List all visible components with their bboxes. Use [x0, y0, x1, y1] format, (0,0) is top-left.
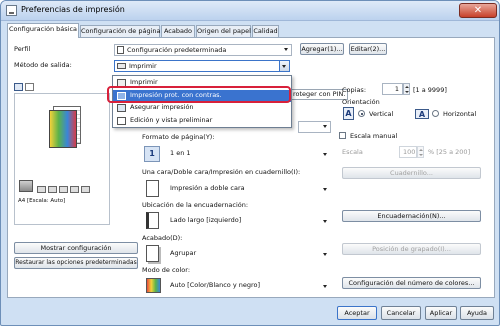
- tab-page-setup[interactable]: Configuración de página: [80, 25, 161, 37]
- output-method-value: Imprimir: [129, 62, 157, 70]
- staple-position-button[interactable]: Posición de grapado(I)...: [342, 243, 481, 255]
- printer-icon: [6, 5, 17, 16]
- manual-scale-checkbox[interactable]: [339, 132, 346, 139]
- binding-select[interactable]: Lado largo [izquierdo]: [142, 211, 330, 232]
- ok-button[interactable]: Aceptar: [337, 306, 377, 320]
- manual-scale-label: Escala manual: [350, 132, 398, 140]
- landscape-icon: A: [415, 109, 429, 119]
- chevron-down-icon: [323, 285, 327, 288]
- option-secure-print[interactable]: Asegurar impresión: [113, 102, 291, 114]
- add-profile-button[interactable]: Agregar(1)...: [300, 43, 344, 55]
- preview-caption: A4 [Escala: Auto]: [18, 198, 66, 204]
- preview-page-front: [49, 110, 77, 148]
- portrait-icon: A: [343, 107, 354, 120]
- copies-spinner[interactable]: [403, 83, 410, 95]
- binding-value: Lado largo [izquierdo]: [170, 216, 242, 224]
- chevron-down-icon: [323, 153, 327, 156]
- profile-value: Configuración predeterminada: [127, 46, 227, 54]
- output-method-label: Método de salida:: [14, 61, 72, 69]
- color-palette-icon: [146, 278, 161, 293]
- page-layout-icon: 1: [144, 146, 160, 162]
- restore-defaults-button[interactable]: Restaurar las opciones predeterminadas: [14, 257, 138, 269]
- close-button[interactable]: ✕: [459, 3, 497, 18]
- print-preferences-window: Preferencias de impresión ✕ Configuració…: [0, 0, 500, 326]
- option-edit-preview-label: Edición y vista preliminar: [130, 116, 213, 124]
- color-icon: [81, 186, 90, 193]
- tab-basic-settings[interactable]: Configuración básica: [7, 23, 79, 38]
- profile-label: Perfil: [14, 45, 31, 53]
- chevron-down-icon: [323, 188, 327, 191]
- tab-paper-source[interactable]: Origen del papel: [196, 25, 251, 37]
- profile-select[interactable]: Configuración predeterminada: [114, 44, 292, 56]
- duplex-select[interactable]: Impresión a doble cara: [142, 179, 330, 200]
- printer-small-icon: [117, 63, 126, 69]
- orientation-label: Orientación: [342, 98, 380, 106]
- highlight-annotation: [107, 86, 291, 103]
- scale-input[interactable]: 100: [399, 146, 417, 158]
- tab-quality[interactable]: Calidad: [252, 25, 279, 37]
- duplex-label: Una cara/Doble cara/Impresión en cuadern…: [142, 168, 301, 176]
- duplex-icon: [48, 186, 57, 193]
- chevron-down-icon: [323, 125, 327, 128]
- option-secure-print-label: Asegurar impresión: [130, 103, 194, 111]
- chevron-down-icon: [284, 48, 288, 51]
- option-print-label: Imprimir: [130, 78, 158, 86]
- duplex-page-icon: [146, 180, 159, 197]
- printer-device-icon: [19, 180, 33, 192]
- binding-label: Ubicación de la encuadernación:: [142, 201, 249, 209]
- title-bar: Preferencias de impresión ✕: [1, 1, 499, 21]
- finishing-value: Agrupar: [170, 249, 197, 257]
- color-mode-label: Modo de color:: [142, 266, 191, 274]
- copies-range: [1 a 9999]: [413, 86, 447, 94]
- collate-icon: [70, 186, 79, 193]
- cancel-button[interactable]: Cancelar: [381, 306, 421, 320]
- page-layout-value: 1 en 1: [170, 149, 191, 157]
- print-preview: A4 [Escala: Auto]: [14, 93, 110, 225]
- profile-icon: [117, 46, 124, 54]
- chevron-down-icon: [282, 65, 286, 68]
- finishing-select[interactable]: Agrupar: [142, 244, 330, 265]
- portrait-label: Vertical: [369, 110, 394, 118]
- color-count-button[interactable]: Configuración del número de colores...: [342, 277, 481, 289]
- landscape-radio[interactable]: [432, 110, 439, 117]
- color-mode-select[interactable]: Auto [Color/Blanco y negro]: [142, 276, 330, 297]
- copies-label: Copias:: [342, 86, 367, 94]
- output-method-dropdown-button[interactable]: [279, 60, 290, 72]
- binding-icon: [146, 212, 159, 229]
- copies-input[interactable]: 1: [382, 83, 403, 95]
- hidden-combo-right[interactable]: [298, 121, 331, 133]
- preview-icon[interactable]: [14, 83, 23, 91]
- window-title: Preferencias de impresión: [21, 5, 125, 14]
- scale-spinner[interactable]: [417, 146, 424, 158]
- binding-button[interactable]: Encuadernación(N)...: [342, 210, 481, 222]
- output-method-hint: roteger con PIN.: [290, 89, 348, 100]
- show-settings-button[interactable]: Mostrar configuración: [14, 242, 138, 254]
- page-layout-select[interactable]: 1 1 en 1: [142, 144, 330, 165]
- duplex-value: Impresión a doble cara: [170, 184, 245, 192]
- chevron-down-icon: [323, 220, 327, 223]
- page-layout-label: Formato de página(Y):: [142, 133, 215, 141]
- shield-icon: [117, 104, 126, 112]
- paper-tray-icon: [37, 186, 46, 193]
- option-edit-preview[interactable]: Edición y vista preliminar: [113, 115, 291, 127]
- apply-button[interactable]: Aplicar: [425, 306, 457, 320]
- edit-profile-button[interactable]: Editar(2)...: [349, 43, 387, 55]
- finishing-label: Acabado(D):: [142, 234, 183, 242]
- output-method-select[interactable]: Imprimir: [114, 60, 290, 72]
- portrait-radio[interactable]: [358, 110, 365, 117]
- landscape-label: Horizontal: [443, 110, 477, 118]
- staple-icon: [59, 186, 68, 193]
- color-mode-value: Auto [Color/Blanco y negro]: [170, 281, 261, 289]
- settings-view-icon[interactable]: [25, 83, 34, 91]
- scale-label: Escala: [342, 148, 363, 156]
- document-edit-icon: [117, 117, 126, 125]
- booklet-button[interactable]: Cuadernillo...: [342, 167, 481, 179]
- help-button[interactable]: Ayuda: [460, 306, 494, 320]
- collate-pages-icon: [146, 245, 159, 262]
- chevron-down-icon: [323, 253, 327, 256]
- tab-finishing[interactable]: Acabado: [161, 25, 195, 37]
- scale-range: % [25 a 200]: [428, 148, 471, 156]
